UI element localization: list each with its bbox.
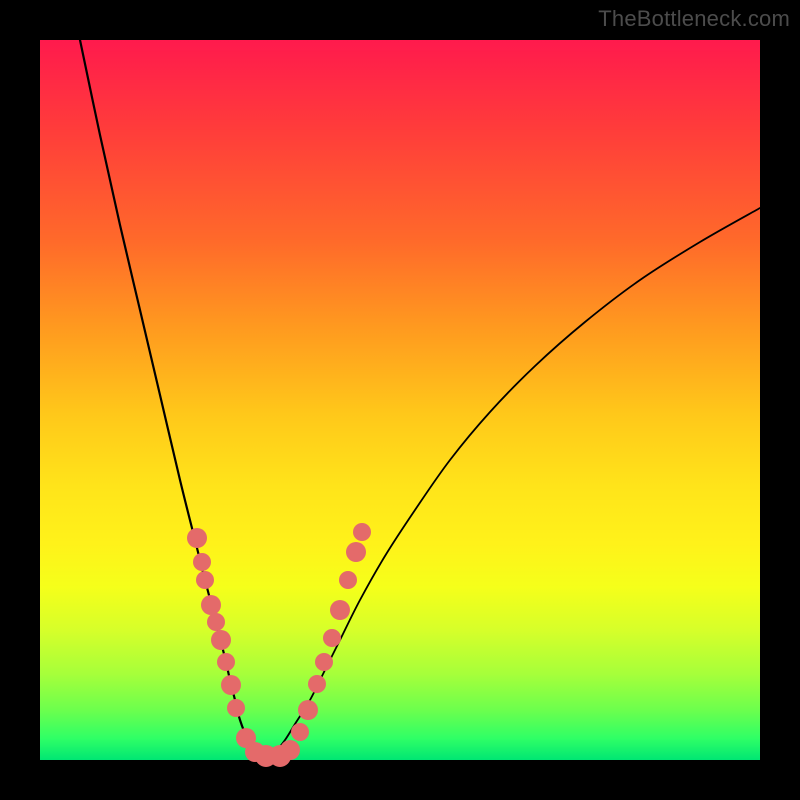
data-dot: [339, 571, 357, 589]
data-dot: [201, 595, 221, 615]
data-dot: [346, 542, 366, 562]
data-dot: [207, 613, 225, 631]
data-dot: [211, 630, 231, 650]
right-curve: [265, 208, 760, 758]
data-dot: [291, 723, 309, 741]
data-dot: [196, 571, 214, 589]
data-dot: [308, 675, 326, 693]
data-dot: [193, 553, 211, 571]
data-dot: [187, 528, 207, 548]
curves-svg: [40, 40, 760, 760]
data-dot: [315, 653, 333, 671]
data-dot: [217, 653, 235, 671]
data-dot: [298, 700, 318, 720]
data-dot: [221, 675, 241, 695]
data-dot: [280, 740, 300, 760]
watermark-text: TheBottleneck.com: [598, 6, 790, 32]
data-dot: [353, 523, 371, 541]
data-dot: [330, 600, 350, 620]
data-dot: [323, 629, 341, 647]
frame: TheBottleneck.com: [0, 0, 800, 800]
left-curve: [80, 40, 265, 758]
plot-area: [40, 40, 760, 760]
dots-group: [187, 523, 371, 767]
data-dot: [227, 699, 245, 717]
